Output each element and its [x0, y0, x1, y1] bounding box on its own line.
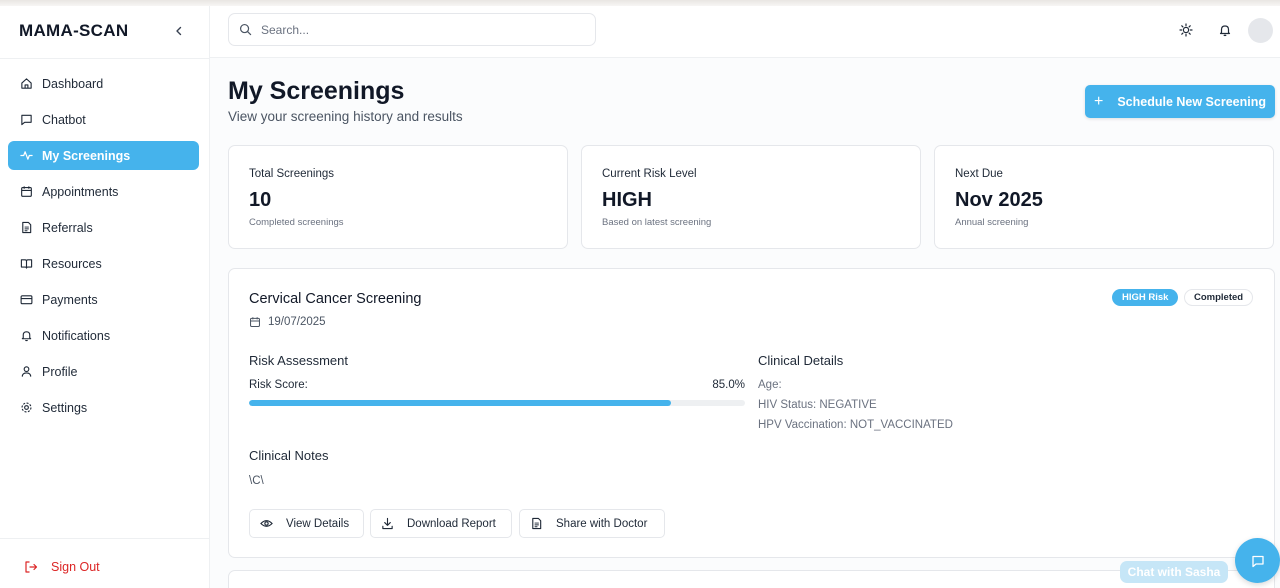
- sidebar: MAMA-SCAN Dashboard Chatbot My Screening…: [0, 6, 210, 588]
- view-details-label: View Details: [286, 517, 350, 530]
- stat-card-next-due: Next Due Nov 2025 Annual screening: [934, 145, 1274, 249]
- clinical-details-heading: Clinical Details: [758, 353, 844, 368]
- plus-icon: +: [1093, 92, 1104, 110]
- clinical-hpv-vaccination: HPV Vaccination: NOT_VACCINATED: [758, 419, 953, 431]
- view-details-button[interactable]: View Details: [249, 509, 364, 538]
- clinical-notes-heading: Clinical Notes: [249, 448, 329, 463]
- screening-date: 19/07/2025: [249, 316, 326, 328]
- avatar[interactable]: [1248, 18, 1273, 43]
- screening-date-text: 19/07/2025: [268, 316, 326, 328]
- stat-subtext: Based on latest screening: [602, 217, 712, 228]
- sidebar-item-label: Resources: [42, 256, 102, 271]
- sun-icon: [1179, 23, 1193, 37]
- stat-label: Current Risk Level: [602, 168, 697, 180]
- document-icon: [530, 517, 543, 530]
- stat-value: 10: [249, 189, 272, 211]
- screening-card: Cervical Cancer Screening 19/07/2025 HIG…: [228, 268, 1275, 558]
- sidebar-item-my-screenings[interactable]: My Screenings: [8, 141, 199, 170]
- stat-card-total-screenings: Total Screenings 10 Completed screenings: [228, 145, 568, 249]
- sidebar-item-settings[interactable]: Settings: [8, 393, 199, 422]
- search-input[interactable]: [261, 22, 581, 37]
- theme-toggle-button[interactable]: [1177, 21, 1195, 39]
- collapse-sidebar-button[interactable]: [170, 22, 188, 40]
- stat-value: HIGH: [602, 189, 652, 211]
- clinical-hiv-status: HIV Status: NEGATIVE: [758, 399, 877, 411]
- eye-icon: [260, 517, 273, 530]
- sign-out-label: Sign Out: [51, 560, 100, 574]
- risk-score-value: 85.0%: [712, 379, 745, 391]
- sidebar-item-label: Profile: [42, 364, 78, 379]
- risk-score-label: Risk Score:: [249, 379, 308, 391]
- download-report-button[interactable]: Download Report: [370, 509, 512, 538]
- top-header: [210, 6, 1280, 58]
- sidebar-item-label: Notifications: [42, 328, 111, 343]
- risk-score-bar-fill: [249, 400, 671, 406]
- activity-icon: [19, 149, 33, 163]
- page-title: My Screenings: [228, 77, 405, 105]
- user-icon: [19, 365, 33, 379]
- sidebar-item-notifications[interactable]: Notifications: [8, 321, 199, 350]
- logout-icon: [24, 560, 38, 574]
- main-content: My Screenings View your screening histor…: [210, 58, 1280, 588]
- sidebar-item-resources[interactable]: Resources: [8, 249, 199, 278]
- stat-label: Next Due: [955, 168, 1003, 180]
- stat-subtext: Completed screenings: [249, 217, 344, 228]
- sidebar-item-label: Dashboard: [42, 76, 104, 91]
- stat-label: Total Screenings: [249, 168, 335, 180]
- chat-icon: [1251, 555, 1264, 567]
- download-report-label: Download Report: [407, 517, 496, 530]
- sidebar-item-label: Settings: [42, 400, 88, 415]
- schedule-new-screening-button[interactable]: + Schedule New Screening: [1085, 85, 1275, 118]
- sidebar-item-label: Chatbot: [42, 112, 86, 127]
- stat-card-current-risk: Current Risk Level HIGH Based on latest …: [581, 145, 921, 249]
- download-icon: [381, 517, 394, 530]
- screening-title: Cervical Cancer Screening: [249, 291, 422, 307]
- clinical-notes-text: \C\: [249, 475, 264, 487]
- clinical-age: Age:: [758, 379, 782, 391]
- sidebar-item-profile[interactable]: Profile: [8, 357, 199, 386]
- chat-launcher-button[interactable]: [1235, 538, 1280, 583]
- sidebar-divider: [0, 58, 210, 59]
- sidebar-item-label: Payments: [42, 292, 98, 307]
- sidebar-item-label: Referrals: [42, 220, 93, 235]
- gear-icon: [19, 401, 33, 415]
- page-subtitle: View your screening history and results: [228, 109, 463, 124]
- search-icon: [239, 23, 252, 36]
- notifications-button[interactable]: [1216, 21, 1234, 39]
- calendar-icon: [19, 185, 33, 199]
- share-with-doctor-label: Share with Doctor: [556, 517, 648, 530]
- sidebar-item-label: My Screenings: [42, 148, 131, 163]
- brand-logo: MAMA-SCAN: [19, 21, 129, 40]
- bell-icon: [19, 329, 33, 343]
- sidebar-item-appointments[interactable]: Appointments: [8, 177, 199, 206]
- sidebar-nav: Dashboard Chatbot My Screenings Appointm…: [8, 69, 199, 429]
- bell-icon: [1219, 25, 1231, 37]
- screening-card-next: [228, 570, 1275, 588]
- credit-card-icon: [19, 293, 33, 307]
- document-icon: [19, 221, 33, 235]
- stat-value: Nov 2025: [955, 189, 1043, 211]
- chat-with-sasha-label[interactable]: Chat with Sasha: [1120, 561, 1228, 583]
- sidebar-item-referrals[interactable]: Referrals: [8, 213, 199, 242]
- sign-out-button[interactable]: Sign Out: [24, 560, 100, 574]
- calendar-icon: [249, 316, 261, 328]
- sidebar-item-chatbot[interactable]: Chatbot: [8, 105, 199, 134]
- sidebar-item-payments[interactable]: Payments: [8, 285, 199, 314]
- share-with-doctor-button[interactable]: Share with Doctor: [519, 509, 665, 538]
- chat-icon: [19, 113, 33, 127]
- book-icon: [19, 257, 33, 271]
- home-icon: [19, 77, 33, 91]
- sidebar-divider: [0, 538, 210, 539]
- schedule-button-label: Schedule New Screening: [1117, 94, 1266, 109]
- risk-assessment-heading: Risk Assessment: [249, 353, 348, 368]
- sidebar-item-label: Appointments: [42, 184, 119, 199]
- risk-score-bar: [249, 400, 745, 406]
- search-bar[interactable]: [228, 13, 596, 46]
- risk-badge: HIGH Risk: [1112, 289, 1179, 306]
- stat-subtext: Annual screening: [955, 217, 1029, 228]
- sidebar-item-dashboard[interactable]: Dashboard: [8, 69, 199, 98]
- status-badge: Completed: [1184, 289, 1254, 306]
- chevron-left-icon: [176, 26, 182, 36]
